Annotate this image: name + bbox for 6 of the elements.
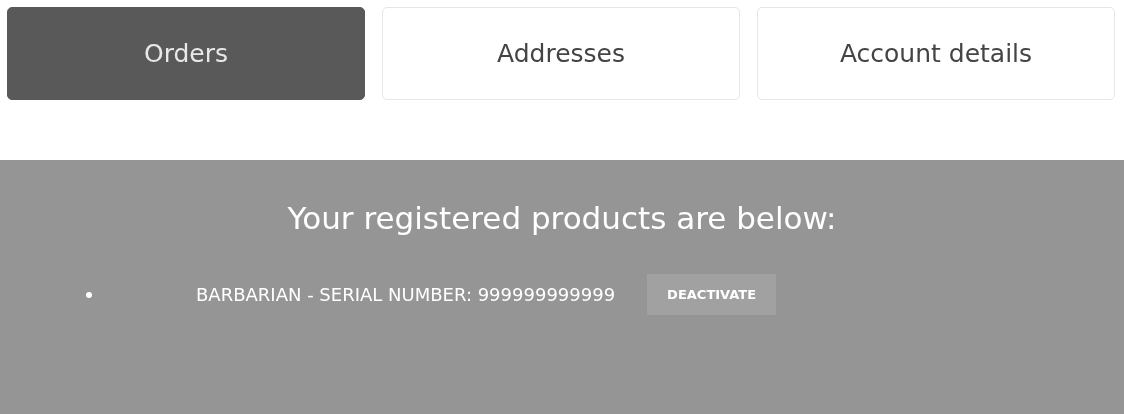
tab[interactable]: Orders [7, 7, 365, 100]
tab[interactable]: Account details [757, 7, 1115, 100]
tab[interactable]: Addresses [382, 7, 740, 100]
product-text: BARBARIAN - SERIAL NUMBER: 999999999999 [196, 284, 616, 305]
panel-title: Your registered products are below: [287, 200, 837, 236]
bullet-icon [86, 291, 92, 298]
